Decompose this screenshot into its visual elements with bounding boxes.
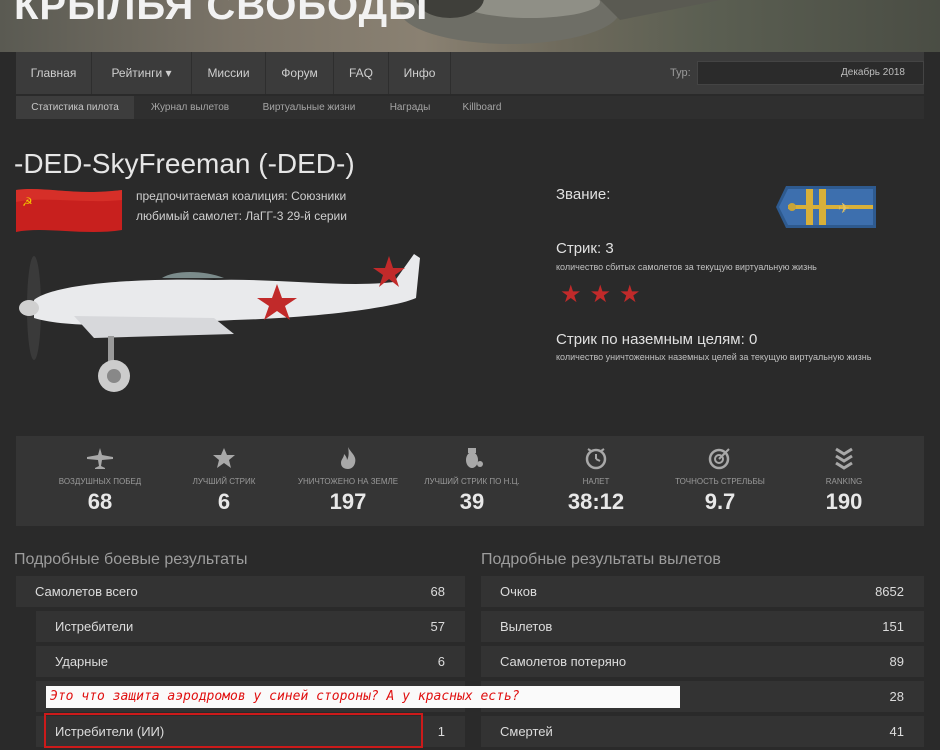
clock-icon: [585, 448, 607, 470]
nav-item-info[interactable]: Инфо: [389, 52, 451, 94]
ground-streak-subtitle: количество уничтоженных наземных целей з…: [556, 352, 872, 362]
stat-ground-kills: Уничтожено на земле 197: [286, 436, 410, 526]
stats-bar: Воздушных побед 68 Лучший стрик 6 Уничто…: [16, 436, 924, 526]
nav-item-forum[interactable]: Форум: [266, 52, 334, 94]
bomb-icon: [466, 448, 483, 468]
sub-nav: Статистика пилота Журнал вылетов Виртуал…: [16, 96, 924, 119]
stat-best-streak: Лучший стрик 6: [162, 436, 286, 526]
stat-flight-time: Налет 38:12: [534, 436, 658, 526]
table-row: Смертей 41: [481, 716, 924, 747]
stat-ranking: Ranking 190: [782, 436, 906, 526]
main-nav: Главная Рейтинги ▾ Миссии Форум FAQ Инфо…: [16, 52, 924, 94]
streak-title: Стрик: 3: [556, 240, 614, 257]
stat-best-ground-streak: Лучший стрик по Н.Ц. 39: [410, 436, 534, 526]
fire-icon: [341, 447, 356, 469]
combat-results-title: Подробные боевые результаты: [14, 551, 248, 568]
stat-air-victories: Воздушных побед 68: [38, 436, 162, 526]
table-row: Истребители 57: [36, 611, 465, 642]
svg-text:☭: ☭: [22, 195, 33, 209]
rank-label: Звание:: [556, 186, 611, 203]
ground-streak-title: Стрик по наземным целям: 0: [556, 331, 758, 348]
svg-text:✈: ✈: [838, 201, 850, 217]
table-row: Ударные 6: [36, 646, 465, 677]
nav-item-ratings[interactable]: Рейтинги ▾: [92, 52, 192, 94]
rank-badge-icon: ✈: [776, 186, 876, 228]
streak-subtitle: количество сбитых самолетов за текущую в…: [556, 262, 817, 272]
target-icon: [708, 448, 730, 470]
plane-icon: [87, 448, 113, 469]
streak-stars-icon: ★★★: [560, 281, 649, 308]
preferred-coalition: предпочитаемая коалиция: Союзники: [136, 189, 347, 203]
ussr-flag-icon: ☭: [16, 189, 122, 232]
table-row: Самолетов потеряно 89: [481, 646, 924, 677]
highlight-box: [44, 713, 423, 748]
aircraft-image: [19, 254, 420, 392]
pilot-name: -DED-SkyFreeman (-DED-): [14, 148, 355, 179]
table-row: Очков 8652: [481, 576, 924, 607]
stat-accuracy: Точность стрельбы 9.7: [658, 436, 782, 526]
tour-select[interactable]: Декабрь 2018: [697, 61, 924, 85]
tab-virtual-lives[interactable]: Виртуальные жизни: [246, 96, 372, 119]
tab-awards[interactable]: Награды: [372, 96, 448, 119]
nav-item-home[interactable]: Главная: [16, 52, 92, 94]
table-row: Вылетов 151: [481, 611, 924, 642]
site-title: КРЫЛЬЯ СВОБОДЫ: [14, 0, 429, 28]
tab-sortie-log[interactable]: Журнал вылетов: [134, 96, 246, 119]
tab-pilot-stats[interactable]: Статистика пилота: [16, 96, 134, 119]
header-banner: КРЫЛЬЯ СВОБОДЫ: [0, 0, 940, 52]
banner-plane-image: [400, 0, 720, 44]
favorite-plane: любимый самолет: ЛаГГ-3 29-й серии: [136, 209, 347, 223]
nav-item-faq[interactable]: FAQ: [334, 52, 389, 94]
sortie-results-title: Подробные результаты вылетов: [481, 551, 721, 568]
nav-item-missions[interactable]: Миссии: [192, 52, 266, 94]
tour-label: Тур:: [670, 67, 691, 79]
star-icon: [213, 448, 235, 468]
tab-killboard[interactable]: Killboard: [448, 96, 516, 119]
chevrons-icon: [835, 447, 853, 470]
table-row: Самолетов всего 68: [16, 576, 465, 607]
annotation-note: Это что защита аэродромов у синей сторон…: [46, 686, 680, 708]
